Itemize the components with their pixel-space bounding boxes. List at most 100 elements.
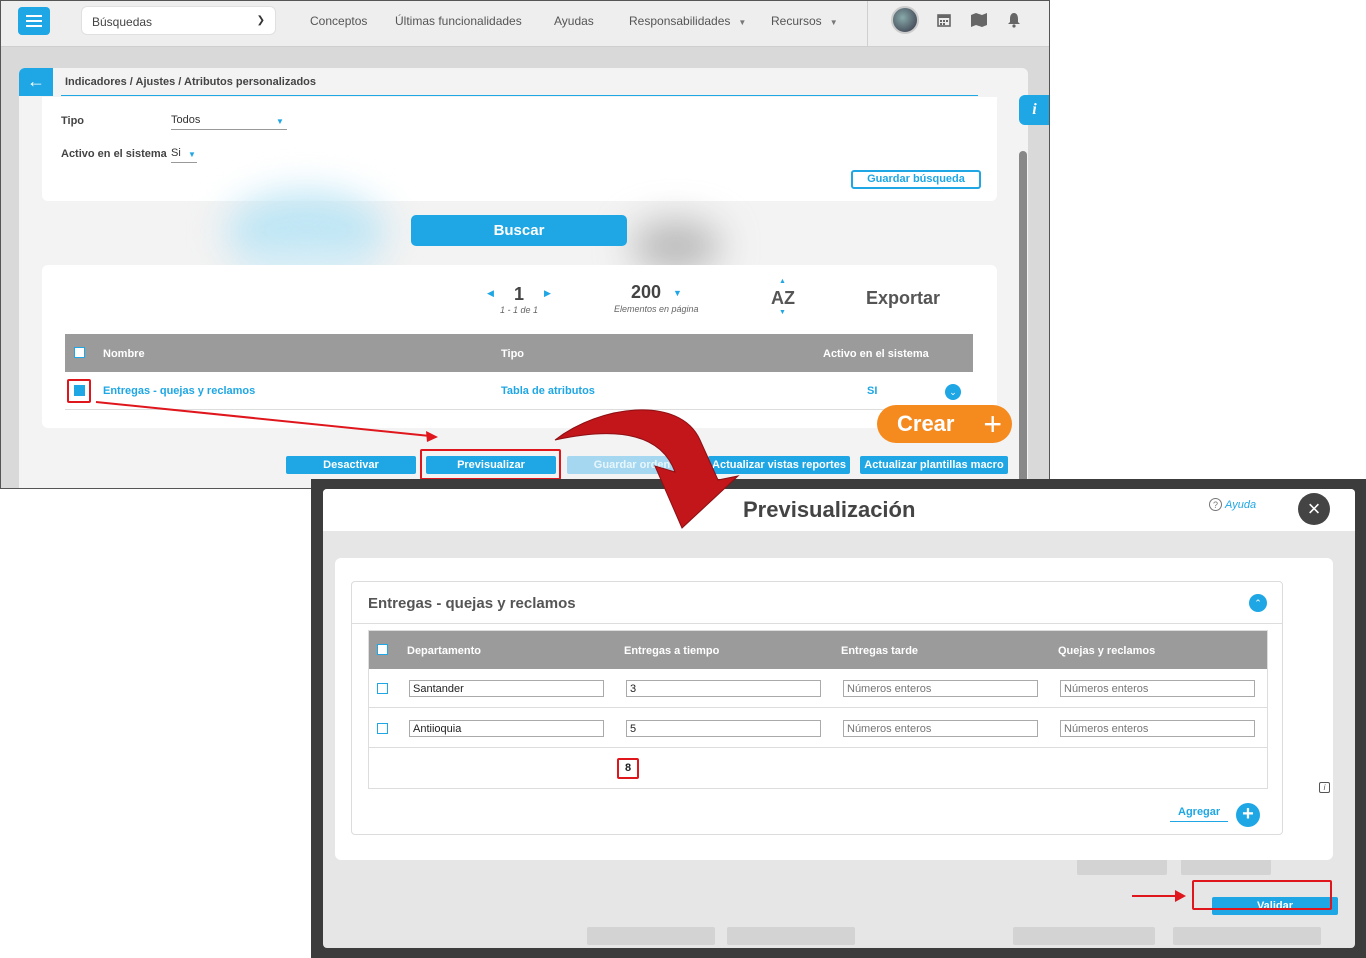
nav-ayudas[interactable]: Ayudas [554,14,594,28]
blur-decoration [631,221,721,271]
calendar-icon[interactable] [936,12,952,28]
row-expand-icon[interactable]: ⌄ [945,384,961,400]
topbar-divider [867,1,868,47]
row-checkbox[interactable] [377,683,388,694]
map-icon[interactable] [970,12,987,28]
export-button[interactable]: Exportar [866,288,940,309]
entregas-tiempo-input[interactable] [626,720,821,737]
nav-recursos[interactable]: Recursos ▼ [771,14,838,28]
sort-az-button[interactable]: AZ [771,288,795,309]
add-row-plus-icon[interactable]: + [1236,803,1260,827]
attribute-table-card: Entregas - quejas y reclamos ⌃ Departame… [351,581,1283,835]
background-ghost [1173,927,1321,945]
user-avatar[interactable] [891,6,919,34]
background-ghost [1077,859,1167,875]
breadcrumb: Indicadores / Ajustes / Atributos person… [65,76,317,88]
search-type-select[interactable]: Búsquedas ❯ [81,6,276,35]
nav-conceptos[interactable]: Conceptos [310,14,367,28]
top-bar: Búsquedas ❯ Conceptos Últimas funcionali… [1,1,1049,47]
nav-label: Últimas funcionalidades [395,14,522,28]
nav-label: Ayudas [554,14,594,28]
select-all-checkbox[interactable] [74,347,85,358]
question-icon: ? [1209,498,1222,511]
section-title: Entregas - quejas y reclamos [368,595,576,612]
nav-label: Conceptos [310,14,368,28]
row-active: SI [867,385,878,397]
current-page: 1 [514,284,525,304]
col-quejas: Quejas y reclamos [1058,645,1156,657]
per-page-caret-icon[interactable]: ▼ [673,288,682,298]
entregas-tarde-input[interactable] [843,680,1038,697]
filter-tipo-select[interactable]: Todos [171,114,287,130]
next-page-icon[interactable]: ▶ [544,288,551,299]
page-range: 1 - 1 de 1 [500,305,539,315]
search-button[interactable]: Buscar [411,215,627,246]
col-entregas-tiempo: Entregas a tiempo [624,645,720,657]
nav-label: Recursos [771,14,822,28]
departamento-input[interactable] [409,720,604,737]
bell-icon[interactable] [1006,12,1022,28]
search-select-value: Búsquedas [92,15,153,29]
plus-icon: + [983,406,1002,442]
add-row-link[interactable]: Agregar [1170,806,1229,822]
highlight-validate [1192,880,1332,910]
col-entregas-tarde: Entregas tarde [841,645,919,657]
results-table-header: Nombre Tipo Activo en el sistema [65,334,973,372]
prev-page-icon[interactable]: ◀ [487,288,494,299]
help-label: Ayuda [1225,499,1257,511]
col-departamento: Departamento [407,645,481,657]
total-counter: 8 [617,758,639,779]
caret-down-icon: ▼ [188,150,196,159]
highlight-checkbox [67,379,91,403]
modal-header: Previsualización ? Ayuda × [323,489,1355,531]
col-activo: Activo en el sistema [823,348,929,360]
select-all-checkbox[interactable] [377,644,388,655]
close-icon[interactable]: × [1298,493,1330,525]
caret-down-icon: ▼ [276,117,284,126]
entregas-tiempo-input[interactable] [626,680,821,697]
nav-label: Responsabilidades [629,14,731,28]
quejas-input[interactable] [1060,680,1255,697]
per-page-label: Elementos en página [614,304,699,314]
nav-responsabilidades[interactable]: Responsabilidades ▼ [629,14,746,28]
filter-tipo-value: Todos [171,114,201,126]
crear-label: Crear [897,411,955,436]
entregas-tarde-input[interactable] [843,720,1038,737]
col-nombre: Nombre [103,348,145,360]
filter-tipo-label: Tipo [61,115,85,127]
scrollbar[interactable] [1019,151,1027,488]
table-row [369,709,1267,748]
row-name[interactable]: Entregas - quejas y reclamos [103,385,255,397]
modal-title: Previsualización [743,497,916,522]
preview-modal: Previsualización ? Ayuda × Entregas - que… [323,489,1355,948]
table-row[interactable]: Entregas - quejas y reclamos Tabla de at… [65,372,973,410]
table-row [369,669,1267,708]
quejas-input[interactable] [1060,720,1255,737]
update-templates-button[interactable]: Actualizar plantillas macro [860,456,1008,474]
sort-down-icon[interactable]: ▼ [779,309,786,316]
highlight-preview [420,449,561,480]
help-link[interactable]: ? Ayuda [1209,498,1256,511]
row-type: Tabla de atributos [501,385,595,397]
info-icon[interactable]: i [1319,782,1330,793]
per-page-value[interactable]: 200 [631,282,661,303]
deactivate-button[interactable]: Desactivar [286,456,416,474]
background-ghost [727,927,855,945]
background-ghost [1181,859,1271,875]
preview-modal-screenshot: Previsualización ? Ayuda × Entregas - que… [311,479,1366,958]
row-checkbox[interactable] [377,723,388,734]
save-search-button[interactable]: Guardar búsqueda [851,170,981,189]
update-views-button[interactable]: Actualizar vistas reportes [708,456,850,474]
departamento-input[interactable] [409,680,604,697]
info-icon[interactable]: i [1019,95,1049,125]
filter-activo-value: Si [171,147,181,159]
background-app-screenshot: Búsquedas ❯ Conceptos Últimas funcionali… [0,0,1050,489]
back-arrow-icon[interactable]: ← [19,68,53,96]
filter-activo-label: Activo en el sistema [61,148,167,160]
sort-up-icon[interactable]: ▲ [779,278,786,285]
collapse-chevron-icon[interactable]: ⌃ [1249,594,1267,612]
crear-button[interactable]: Crear + [877,405,1012,443]
background-ghost [587,927,715,945]
hamburger-menu-icon[interactable] [18,7,50,35]
nav-ultimas-funcionalidades[interactable]: Últimas funcionalidades [395,14,522,28]
